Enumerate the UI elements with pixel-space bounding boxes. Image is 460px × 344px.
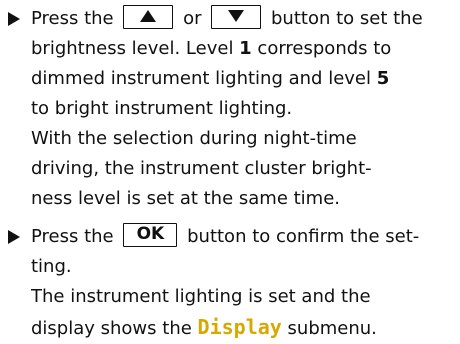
step2-line4b-text: submenu. [281,318,377,339]
up-arrow-icon [140,10,157,22]
step1-line3: dimmed instrument lighting and level 5 [31,64,452,94]
step1-line2b-text: corresponds to [251,38,392,59]
triangle-bullet-icon [8,230,20,244]
down-arrow-icon [228,10,245,22]
step2-line4: display shows the Display submenu. [31,312,452,344]
instruction-step-confirm: Press the OK button to confirm the set- … [8,222,452,344]
step2-text-confirm: button to confirm the set- [187,226,420,247]
step2-text-press: Press the [31,226,114,247]
step1-line3-text: dimmed instrument lighting and level [31,68,377,89]
step1-text-set: button to set the [271,8,423,29]
display-submenu-name: Display [197,315,282,339]
step2-line1: Press the OK button to confirm the set- [31,222,452,252]
up-button [123,5,174,29]
triangle-bullet-icon [8,12,20,26]
step1-line4: to bright instrument lighting. [31,98,293,119]
step1-line1: Press the or button to set the [31,4,452,34]
instruction-page: Press the or button to set the brightnes… [0,0,460,339]
step1-line6: driving, the instrument cluster bright- [31,158,372,179]
down-button [211,5,262,29]
step1-line7: ness level is set at the same time. [31,188,341,209]
step1-line5: With the selection during night-time [31,128,357,149]
step2-line4a-text: display shows the [31,318,198,339]
step1-line2: brightness level. Level 1 corresponds to [31,34,452,64]
step1-line2-text: brightness level. Level [31,38,240,59]
step2-line2: ting. [31,256,72,277]
ok-button: OK [123,223,178,247]
level-low-number: 1 [239,38,252,59]
step1-text-press: Press the [31,8,114,29]
level-high-number: 5 [376,68,390,89]
instruction-step-brightness: Press the or button to set the brightnes… [8,4,452,214]
step1-text-or: or [183,8,202,29]
step2-line3: The instrument lighting is set and the [31,286,371,307]
